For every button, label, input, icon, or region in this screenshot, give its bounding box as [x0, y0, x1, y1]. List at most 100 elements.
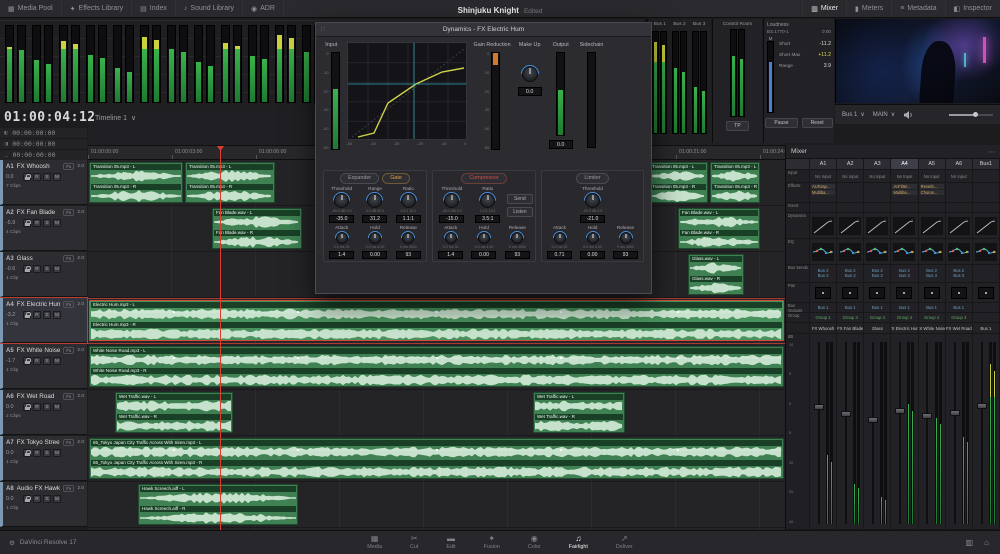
- audio-clip[interactable]: Glass.wav - LGlass.wav - R: [688, 254, 744, 295]
- knob-attack[interactable]: Attack0.0 ms 301.4: [434, 225, 467, 259]
- effect-plugin[interactable]: Multiba...: [811, 190, 835, 195]
- mixer-strip-a6[interactable]: A6No InputBus 2Bus 3Bus 1Group 4FX Wet R…: [946, 159, 973, 530]
- fx-badge[interactable]: Fx: [63, 439, 74, 446]
- strip-bus-sends[interactable]: Bus 2Bus 3: [946, 265, 972, 283]
- strip-insert[interactable]: [946, 203, 972, 213]
- knob-value[interactable]: 1.4: [329, 251, 354, 259]
- strip-output[interactable]: Bus 1: [946, 303, 972, 313]
- expander-tab[interactable]: Expander: [340, 173, 379, 184]
- knob-release[interactable]: Release0 ms 400093: [392, 225, 425, 259]
- strip-dynamics[interactable]: [973, 213, 999, 239]
- strip-eq[interactable]: [891, 239, 917, 265]
- index-button[interactable]: ▤Index: [132, 0, 176, 17]
- listen-button[interactable]: Listen: [507, 207, 532, 217]
- mixer-menu-icon[interactable]: ⋯: [989, 148, 996, 156]
- strip-fader[interactable]: [973, 334, 999, 530]
- page-edit[interactable]: ▬Edit: [446, 535, 455, 550]
- audio-clip[interactable]: Fan Blade.wav - LFan Blade.wav - R: [678, 208, 760, 249]
- knob-dial[interactable]: [511, 232, 523, 244]
- knob-ratio[interactable]: Ratio1.0:1 10:13.5:1: [471, 186, 504, 223]
- strip-pan[interactable]: [891, 283, 917, 303]
- strip-insert[interactable]: [919, 203, 945, 213]
- effect-plugin[interactable]: Reverb...: [920, 184, 944, 189]
- track-solo-button[interactable]: S: [43, 403, 51, 411]
- strip-effects[interactable]: [837, 183, 863, 203]
- page-media[interactable]: ▦Media: [367, 535, 382, 550]
- strip-input[interactable]: No Input: [864, 170, 890, 183]
- strip-eq[interactable]: [837, 239, 863, 265]
- loudness-pause-button[interactable]: Pause: [765, 118, 797, 128]
- strip-eq[interactable]: [973, 239, 999, 265]
- media-pool-button[interactable]: ▦Media Pool: [0, 0, 62, 17]
- loudness-standard-select[interactable]: BS.1770-1: [767, 29, 789, 34]
- settings-gear-icon[interactable]: ⚙: [9, 539, 15, 547]
- lock-icon[interactable]: [23, 311, 31, 319]
- knob-threshold[interactable]: Threshold-50.0 dB 0.0-15.0: [435, 186, 468, 223]
- dynamics-titlebar[interactable]: ∷ Dynamics - FX Electric Hum: [316, 23, 651, 37]
- make-up-knob[interactable]: [522, 66, 538, 82]
- track-header-a2[interactable]: A2FX Fan BladeFx2.0-5.9RSM4 Clips: [0, 206, 87, 251]
- knob-value[interactable]: 93: [613, 251, 638, 259]
- strip-input[interactable]: No Input: [810, 170, 836, 183]
- track-header-a5[interactable]: A5FX White NoiseFx2.0-1.7RSM1 Clip: [0, 344, 87, 389]
- lock-icon[interactable]: [23, 219, 31, 227]
- knob-value[interactable]: 0.00: [471, 251, 496, 259]
- fader-handle[interactable]: [922, 413, 932, 419]
- audio-clip[interactable]: White Noise Road.mp3 - LWhite Noise Road…: [89, 346, 784, 387]
- volume-slider[interactable]: [949, 114, 993, 116]
- fx-badge[interactable]: Fx: [63, 347, 74, 354]
- strip-effects[interactable]: [946, 183, 972, 203]
- track-arm-button[interactable]: R: [33, 403, 41, 411]
- track-solo-button[interactable]: S: [43, 265, 51, 273]
- knob-hold[interactable]: Hold0.0 ms 4.000.00: [576, 225, 609, 259]
- fader-handle[interactable]: [814, 404, 824, 410]
- workspace-layout-icon[interactable]: ▥: [966, 538, 974, 547]
- track-solo-button[interactable]: S: [43, 173, 51, 181]
- strip-output[interactable]: [973, 303, 999, 313]
- knob-dial[interactable]: [336, 232, 348, 244]
- pan-control[interactable]: [896, 287, 912, 299]
- gate-tab[interactable]: Gate: [382, 173, 410, 184]
- strip-input[interactable]: No Input: [837, 170, 863, 183]
- mixer-strip-bus1[interactable]: Bus1Bus 1: [973, 159, 1000, 530]
- strip-output[interactable]: Bus 1: [891, 303, 917, 313]
- audio-clip[interactable]: Electric Hum.mp3 - LElectric Hum.mp3 - R: [89, 300, 784, 341]
- mixer-strip-a1[interactable]: A1No InputAUGrap...Multiba...Bus 2Bus 3B…: [810, 159, 837, 530]
- mixer-strip-a4[interactable]: A4No InputAcFilter...Multiba...Bus 2Bus …: [891, 159, 918, 530]
- audio-clip[interactable]: Transition 05.mp3 - LTransition 05.mp3 -…: [710, 162, 760, 203]
- fader-handle[interactable]: [868, 417, 878, 423]
- knob-release[interactable]: Release0 ms 400093: [609, 225, 642, 259]
- output-value[interactable]: 0.0: [549, 140, 573, 149]
- audio-clip[interactable]: Wet Traffic.wav - LWet Traffic.wav - R: [533, 392, 625, 433]
- lock-icon[interactable]: [23, 403, 31, 411]
- strip-input[interactable]: No Input: [919, 170, 945, 183]
- strip-effects[interactable]: AcFilter...Multiba...: [891, 183, 917, 203]
- strip-fader[interactable]: [864, 334, 890, 530]
- track-mute-button[interactable]: M: [53, 403, 61, 411]
- knob-value[interactable]: -35.0: [329, 215, 354, 223]
- project-home-icon[interactable]: ⌂: [984, 538, 989, 547]
- pan-control[interactable]: [924, 287, 940, 299]
- fx-badge[interactable]: Fx: [63, 209, 74, 216]
- page-fusion[interactable]: ✦Fusion: [484, 535, 500, 550]
- strip-eq[interactable]: [864, 239, 890, 265]
- dynamics-window[interactable]: ∷ Dynamics - FX Electric Hum Input 0-10-…: [315, 22, 652, 294]
- track-header-a1[interactable]: A1FX WhooshFx2.00.0RSM7 Clips: [0, 160, 87, 205]
- fx-badge[interactable]: Fx: [63, 163, 74, 170]
- strip-effects[interactable]: AUGrap...Multiba...: [810, 183, 836, 203]
- knob-value[interactable]: 93: [505, 251, 530, 259]
- knob-dial[interactable]: [587, 232, 599, 244]
- knob-dial[interactable]: [401, 193, 416, 208]
- track-header-a7[interactable]: A7FX Tokyo StreetFx2.00.0RSM1 Clip: [0, 436, 87, 481]
- compressor-tab[interactable]: Compressor: [461, 173, 506, 184]
- audio-clip[interactable]: Hawk Screech.aiff - LHawk Screech.aiff -…: [138, 484, 298, 525]
- strip-input[interactable]: No Input: [891, 170, 917, 183]
- strip-effects[interactable]: [864, 183, 890, 203]
- strip-input[interactable]: [973, 170, 999, 183]
- track-solo-button[interactable]: S: [43, 219, 51, 227]
- sound-library-button[interactable]: ♪Sound Library: [176, 0, 243, 17]
- strip-dynamics[interactable]: [837, 213, 863, 239]
- strip-insert[interactable]: [891, 203, 917, 213]
- monitor-output-select[interactable]: MAIN ∨: [873, 111, 895, 118]
- knob-attack[interactable]: Attack0.0 ms 301.4: [325, 225, 358, 259]
